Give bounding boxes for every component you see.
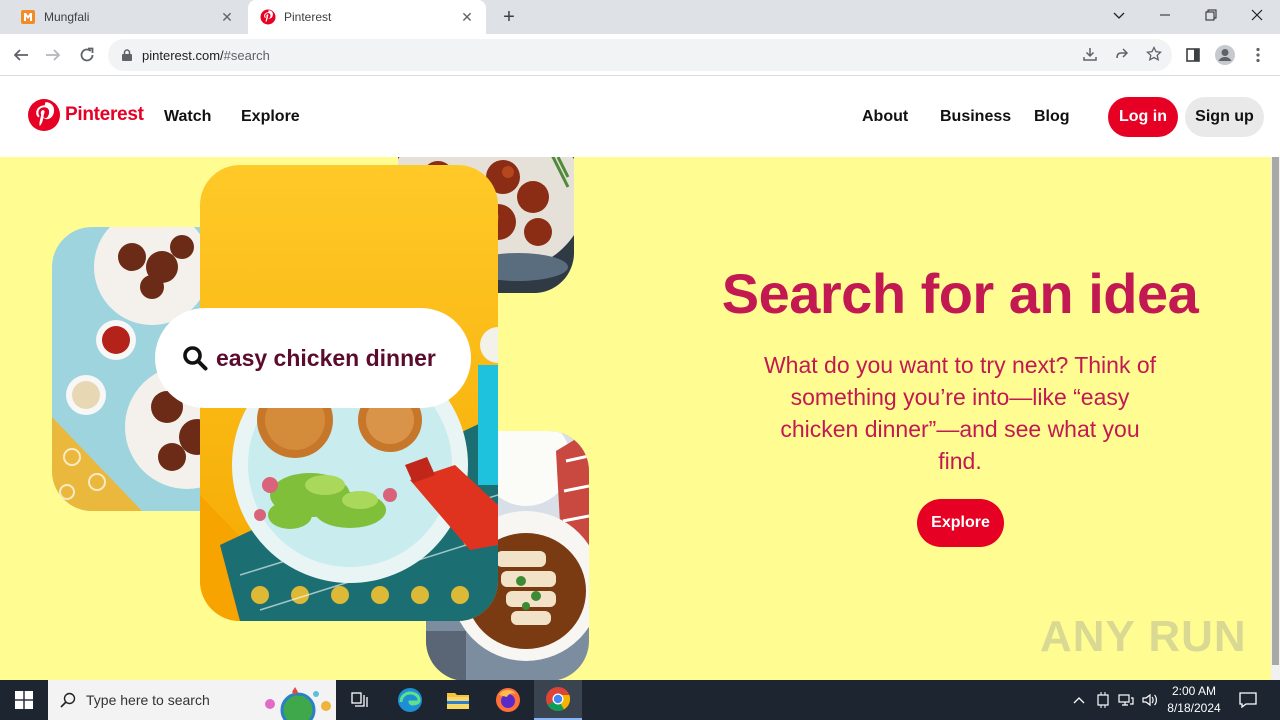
network-icon[interactable] <box>1117 680 1135 720</box>
search-highlight-icon <box>265 687 331 720</box>
reload-icon[interactable] <box>74 42 100 68</box>
taskbar-search-box[interactable]: Type here to search <box>48 680 336 720</box>
windows-start-button[interactable] <box>0 680 48 720</box>
close-window-button[interactable] <box>1234 0 1280 30</box>
address-bar[interactable]: pinterest.com/#search <box>108 39 1172 71</box>
url-text: pinterest.com/#search <box>142 48 270 63</box>
signup-button[interactable]: Sign up <box>1185 97 1264 137</box>
nav-blog-link[interactable]: Blog <box>1034 108 1070 126</box>
volume-icon[interactable] <box>1141 680 1159 720</box>
tray-overflow-chevron-icon[interactable] <box>1070 680 1088 720</box>
nav-business-link[interactable]: Business <box>940 108 1011 126</box>
tab-search-icon[interactable] <box>1096 0 1142 30</box>
hero-headline: Search for an idea <box>721 262 1199 325</box>
tab-mungfali[interactable]: Mungfali ✕ <box>8 0 246 34</box>
explore-button[interactable]: Explore <box>917 499 1004 547</box>
clock-time: 2:00 AM <box>1171 684 1217 698</box>
side-panel-icon[interactable] <box>1180 42 1206 68</box>
pinterest-favicon-icon <box>260 9 276 25</box>
anyrun-watermark: ANY RUN <box>1040 612 1247 661</box>
close-tab-icon[interactable]: ✕ <box>458 8 476 26</box>
tab-strip: Mungfali ✕ Pinterest ✕ + <box>0 0 1280 34</box>
clock-date: 8/18/2024 <box>1167 701 1221 715</box>
system-clock[interactable]: 2:00 AM 8/18/2024 <box>1160 683 1228 717</box>
back-arrow-icon[interactable] <box>8 42 34 68</box>
profile-avatar-icon[interactable] <box>1212 42 1238 68</box>
brand-name: Pinterest <box>65 104 144 125</box>
lock-icon <box>122 49 132 61</box>
notification-center-icon[interactable] <box>1234 680 1262 720</box>
nav-watch-link[interactable]: Watch <box>164 108 211 126</box>
menu-kebab-icon[interactable] <box>1245 42 1271 68</box>
forward-arrow-icon[interactable] <box>40 42 66 68</box>
scrollbar-thumb[interactable] <box>1272 157 1279 665</box>
nav-explore-link[interactable]: Explore <box>241 108 300 126</box>
edge-browser-icon[interactable] <box>386 680 434 720</box>
new-tab-button[interactable]: + <box>498 6 520 28</box>
share-icon[interactable] <box>1110 42 1134 66</box>
nav-about-link[interactable]: About <box>862 108 908 126</box>
pinterest-logo-link[interactable]: Pinterest <box>28 99 144 131</box>
restore-button[interactable] <box>1188 0 1234 30</box>
search-icon <box>60 692 76 708</box>
task-view-icon[interactable] <box>336 680 384 720</box>
minimize-button[interactable] <box>1142 0 1188 30</box>
taskbar-search-placeholder: Type here to search <box>86 692 210 708</box>
tab-title: Pinterest <box>284 10 332 24</box>
install-app-icon[interactable] <box>1078 42 1102 66</box>
hero-subtext: What do you want to try next? Think of s… <box>763 352 1157 474</box>
bookmark-star-icon[interactable] <box>1142 42 1166 66</box>
mungfali-favicon-icon <box>21 10 35 24</box>
url-path: #search <box>223 47 270 63</box>
windows-logo-icon <box>15 691 33 709</box>
browser-toolbar: pinterest.com/#search <box>0 34 1280 76</box>
chrome-icon[interactable] <box>534 680 582 720</box>
example-search-pill: easy chicken dinner <box>155 308 471 408</box>
close-tab-icon[interactable]: ✕ <box>218 8 236 26</box>
url-host: pinterest.com/ <box>142 47 224 63</box>
hero-section: easy chicken dinner Search for an idea W… <box>0 157 1271 680</box>
tab-pinterest[interactable]: Pinterest ✕ <box>248 0 486 34</box>
tray-device-icon[interactable] <box>1094 680 1112 720</box>
search-icon <box>183 346 208 371</box>
site-header: Pinterest Watch Explore About Business B… <box>0 77 1280 157</box>
windows-taskbar: Type here to search 2:00 AM 8/18/2024 <box>0 680 1280 720</box>
login-button[interactable]: Log in <box>1108 97 1178 137</box>
pinterest-logo-icon <box>28 99 60 131</box>
tab-title: Mungfali <box>44 10 90 24</box>
example-search-text: easy chicken dinner <box>216 344 436 371</box>
firefox-icon[interactable] <box>484 680 532 720</box>
file-explorer-icon[interactable] <box>434 680 482 720</box>
